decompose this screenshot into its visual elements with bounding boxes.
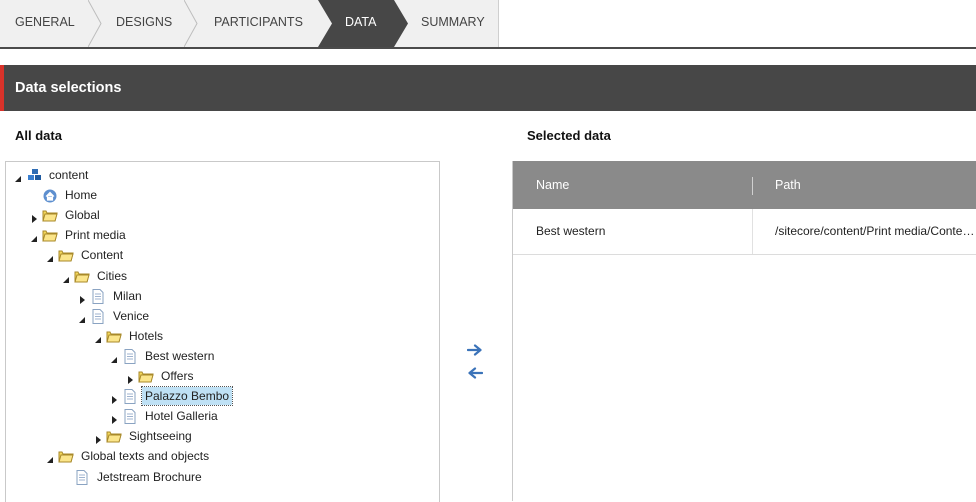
tree-node-label[interactable]: Global texts and objects <box>78 446 212 466</box>
all-data-title: All data <box>15 128 62 143</box>
collapse-toggle-icon[interactable] <box>61 271 71 283</box>
tree-node-label[interactable]: Home <box>62 185 100 205</box>
tree-node-label[interactable]: Palazzo Bembo <box>140 386 234 407</box>
step-general[interactable]: GENERAL <box>15 0 75 47</box>
collapse-toggle-icon[interactable] <box>93 331 103 343</box>
expand-toggle-icon[interactable] <box>93 431 103 445</box>
tree-node-label[interactable]: Hotels <box>126 326 166 346</box>
collapse-toggle-icon[interactable] <box>77 311 87 323</box>
content-tree: content Home Global Print media Content Citie… <box>5 161 440 502</box>
page-title: Data selections <box>15 80 122 96</box>
tree-node-label[interactable]: Content <box>78 245 126 265</box>
tree-node-label[interactable]: Print media <box>62 225 129 245</box>
step-data[interactable]: DATA <box>345 0 376 47</box>
step-participants[interactable]: PARTICIPANTS <box>214 0 303 47</box>
step-summary[interactable]: SUMMARY <box>421 0 485 47</box>
wizard-steps: GENERAL DESIGNS PARTICIPANTS DATA SUMMAR… <box>0 0 976 49</box>
step-separator <box>184 0 198 47</box>
tree-node-label[interactable]: Jetstream Brochure <box>94 467 205 487</box>
table-row[interactable]: Best western /sitecore/content/Print med… <box>513 209 976 255</box>
collapse-toggle-icon[interactable] <box>45 451 55 464</box>
tree-node-label[interactable]: content <box>46 165 91 185</box>
tree-node-label[interactable]: Offers <box>158 366 196 386</box>
selected-data-grid: Name Path Best western /sitecore/content… <box>512 161 976 501</box>
accent-bar <box>0 65 4 111</box>
collapse-toggle-icon[interactable] <box>45 250 55 263</box>
expand-toggle-icon[interactable] <box>125 371 135 384</box>
expand-toggle-icon[interactable] <box>109 411 119 425</box>
step-designs[interactable]: DESIGNS <box>116 0 172 47</box>
tree-node-label[interactable]: Hotel Galleria <box>142 406 221 426</box>
expand-toggle-icon[interactable] <box>109 391 119 405</box>
grid-header: Name Path <box>513 161 976 209</box>
cell-path: /sitecore/content/Print media/Content/Ci… <box>775 224 976 238</box>
add-arrow-icon[interactable] <box>467 344 483 356</box>
collapse-toggle-icon[interactable] <box>109 351 119 363</box>
collapse-toggle-icon[interactable] <box>13 170 23 182</box>
cell-name: Best western <box>536 224 606 238</box>
column-header-name[interactable]: Name <box>536 161 569 209</box>
cell-divider <box>752 209 753 254</box>
tree-node-label[interactable]: Sightseeing <box>126 426 195 446</box>
expand-toggle-icon[interactable] <box>29 210 39 224</box>
column-divider <box>752 177 753 195</box>
section-header: Data selections <box>0 65 976 111</box>
tree-node-label[interactable]: Milan <box>110 286 145 306</box>
selected-data-title: Selected data <box>527 128 611 143</box>
wizard-underline <box>0 47 976 49</box>
tree-node-label[interactable]: Best western <box>142 346 217 366</box>
step-separator <box>88 0 102 47</box>
collapse-toggle-icon[interactable] <box>29 230 39 243</box>
expand-toggle-icon[interactable] <box>77 291 87 304</box>
tree-node-label[interactable]: Venice <box>110 306 152 326</box>
tree-node-label[interactable]: Global <box>62 205 103 225</box>
tree-node-label[interactable]: Cities <box>94 266 130 286</box>
column-header-path[interactable]: Path <box>775 161 801 209</box>
remove-arrow-icon[interactable] <box>467 367 483 379</box>
